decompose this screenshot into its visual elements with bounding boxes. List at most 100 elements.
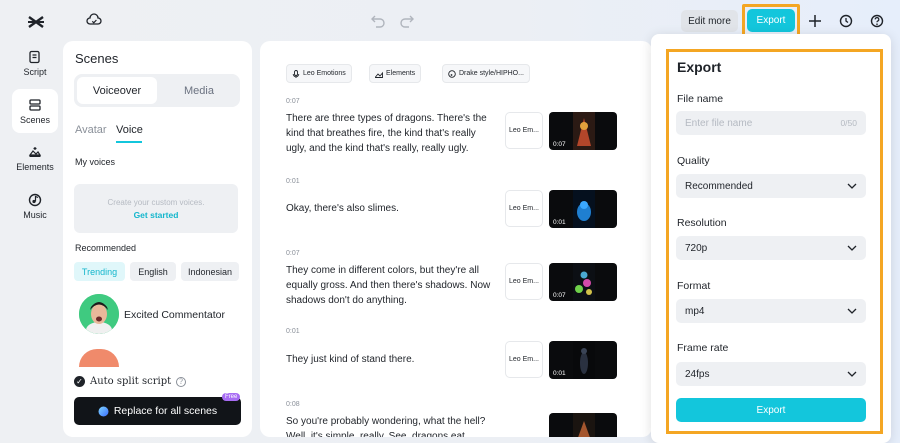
capcut-logo-icon[interactable]	[26, 12, 46, 32]
export-dialog-title: Export	[677, 59, 722, 75]
tab-avatar[interactable]: Avatar	[75, 124, 107, 136]
add-icon[interactable]	[808, 14, 822, 28]
tag-label: Elements	[386, 70, 416, 77]
file-name-input[interactable]	[685, 117, 825, 129]
avatar[interactable]	[79, 349, 119, 367]
format-select[interactable]: mp4	[676, 299, 866, 323]
scene-thumbnail[interactable]: 0:01	[549, 341, 617, 379]
rail-item-label: Scenes	[19, 115, 51, 125]
tab-voiceover[interactable]: Voiceover	[77, 77, 157, 104]
scene-voice-button[interactable]: Leo Em...	[505, 263, 543, 300]
tab-voice[interactable]: Voice	[116, 124, 143, 136]
dragon-image-icon	[573, 112, 595, 150]
format-label: Format	[677, 280, 711, 292]
chevron-down-icon	[847, 245, 857, 251]
scene-text[interactable]: Okay, there's also slimes.	[286, 201, 498, 216]
shadow-image-icon	[573, 341, 595, 379]
export-top-button[interactable]: Export	[747, 9, 795, 32]
scene-voice-button[interactable]: Leo Em...	[505, 112, 543, 149]
scene-duration: 0:07	[286, 250, 300, 257]
cloud-sync-icon[interactable]	[86, 12, 102, 28]
file-name-field[interactable]: 0/50	[676, 111, 866, 135]
avatar-face-icon	[79, 294, 119, 334]
tag-music-style[interactable]: Drake style/HIPHO...	[442, 64, 530, 83]
scenes-icon	[29, 99, 41, 111]
help-icon[interactable]: ?	[176, 376, 187, 387]
script-panel: Leo Emotions Elements Drake style/HIPHO.…	[260, 41, 652, 437]
scene-text[interactable]: They just kind of stand there.	[286, 352, 498, 367]
free-badge: Free	[222, 393, 241, 401]
scene-duration: 0:08	[286, 401, 300, 408]
undo-icon[interactable]	[370, 14, 386, 28]
scene-thumbnail[interactable]: 0:01	[549, 190, 617, 228]
active-tab-underline	[116, 141, 142, 143]
music-icon	[448, 69, 456, 78]
get-started-link[interactable]: Get started	[74, 210, 238, 220]
avatar[interactable]	[79, 294, 119, 334]
resolution-label: Resolution	[677, 217, 727, 229]
voice-orb-icon	[98, 406, 109, 416]
frame-rate-value: 24fps	[685, 368, 710, 380]
scene-duration: 0:07	[286, 98, 300, 105]
history-clock-icon[interactable]	[839, 14, 853, 28]
elements-icon	[375, 71, 383, 78]
redo-icon[interactable]	[399, 14, 415, 28]
rail-item-label: Script	[23, 67, 47, 77]
scenes-panel: Scenes Voiceover Media Avatar Voice My v…	[63, 41, 252, 437]
tag-label: Leo Emotions	[303, 70, 346, 77]
rail-item-scenes[interactable]: Scenes	[12, 89, 58, 133]
panel-title: Scenes	[75, 51, 119, 66]
resolution-value: 720p	[685, 242, 708, 254]
slime-image-icon	[573, 190, 595, 228]
dragon-image-icon	[573, 413, 595, 437]
frame-rate-select[interactable]: 24fps	[676, 362, 866, 386]
scene-voice-button[interactable]: Leo Em...	[505, 341, 543, 378]
voice-name[interactable]: Excited Commentator	[124, 309, 225, 321]
script-icon	[29, 50, 40, 64]
quality-value: Recommended	[685, 180, 753, 192]
quality-label: Quality	[677, 155, 710, 167]
help-icon[interactable]	[870, 14, 884, 28]
edit-more-button[interactable]: Edit more	[681, 10, 738, 32]
scene-duration: 0:01	[286, 178, 300, 185]
thumb-duration: 0:07	[553, 292, 566, 299]
tag-label: Drake style/HIPHO...	[459, 70, 524, 77]
tag-leo-emotions[interactable]: Leo Emotions	[286, 64, 352, 83]
chip-trending[interactable]: Trending	[74, 262, 125, 281]
custom-voice-text: Create your custom voices.	[107, 198, 205, 207]
rail-item-script[interactable]: Script	[12, 50, 58, 84]
auto-split-label: Auto split script	[90, 376, 172, 387]
scene-text[interactable]: There are three types of dragons. There'…	[286, 111, 498, 156]
chip-indonesian[interactable]: Indonesian	[181, 262, 239, 281]
check-icon[interactable]: ✓	[74, 376, 85, 387]
voiceover-media-toggle: Voiceover Media	[74, 74, 240, 107]
chip-english[interactable]: English	[130, 262, 176, 281]
format-value: mp4	[685, 305, 705, 317]
rail-item-label: Music	[23, 210, 47, 220]
rail-item-music[interactable]: Music	[12, 193, 58, 227]
auto-split-row[interactable]: ✓ Auto split script ?	[74, 376, 187, 387]
scene-thumbnail[interactable]: 0:07	[549, 263, 617, 301]
mic-icon	[292, 69, 300, 78]
frame-rate-label: Frame rate	[677, 342, 729, 354]
chevron-down-icon	[847, 183, 857, 189]
chevron-down-icon	[847, 371, 857, 377]
scene-voice-button[interactable]: Leo Em...	[505, 190, 543, 227]
elements-icon	[28, 147, 42, 157]
replace-all-scenes-button[interactable]: Replace for all scenes	[74, 397, 241, 425]
export-button[interactable]: Export	[676, 398, 866, 422]
rail-item-elements[interactable]: Elements	[12, 145, 58, 179]
create-custom-voice-card[interactable]: Create your custom voices. Get started	[74, 184, 238, 233]
quality-select[interactable]: Recommended	[676, 174, 866, 198]
tag-elements[interactable]: Elements	[369, 64, 422, 83]
replace-button-label: Replace for all scenes	[113, 405, 218, 417]
file-name-counter: 0/50	[840, 118, 857, 128]
scene-thumbnail[interactable]	[549, 413, 617, 437]
scene-text[interactable]: So you're probably wondering, what the h…	[286, 414, 498, 437]
recommended-label: Recommended	[75, 243, 137, 253]
scene-text[interactable]: They come in different colors, but they'…	[286, 263, 498, 308]
tab-media[interactable]: Media	[160, 77, 238, 104]
thumb-duration: 0:01	[553, 219, 566, 226]
scene-thumbnail[interactable]: 0:07	[549, 112, 617, 150]
resolution-select[interactable]: 720p	[676, 236, 866, 260]
